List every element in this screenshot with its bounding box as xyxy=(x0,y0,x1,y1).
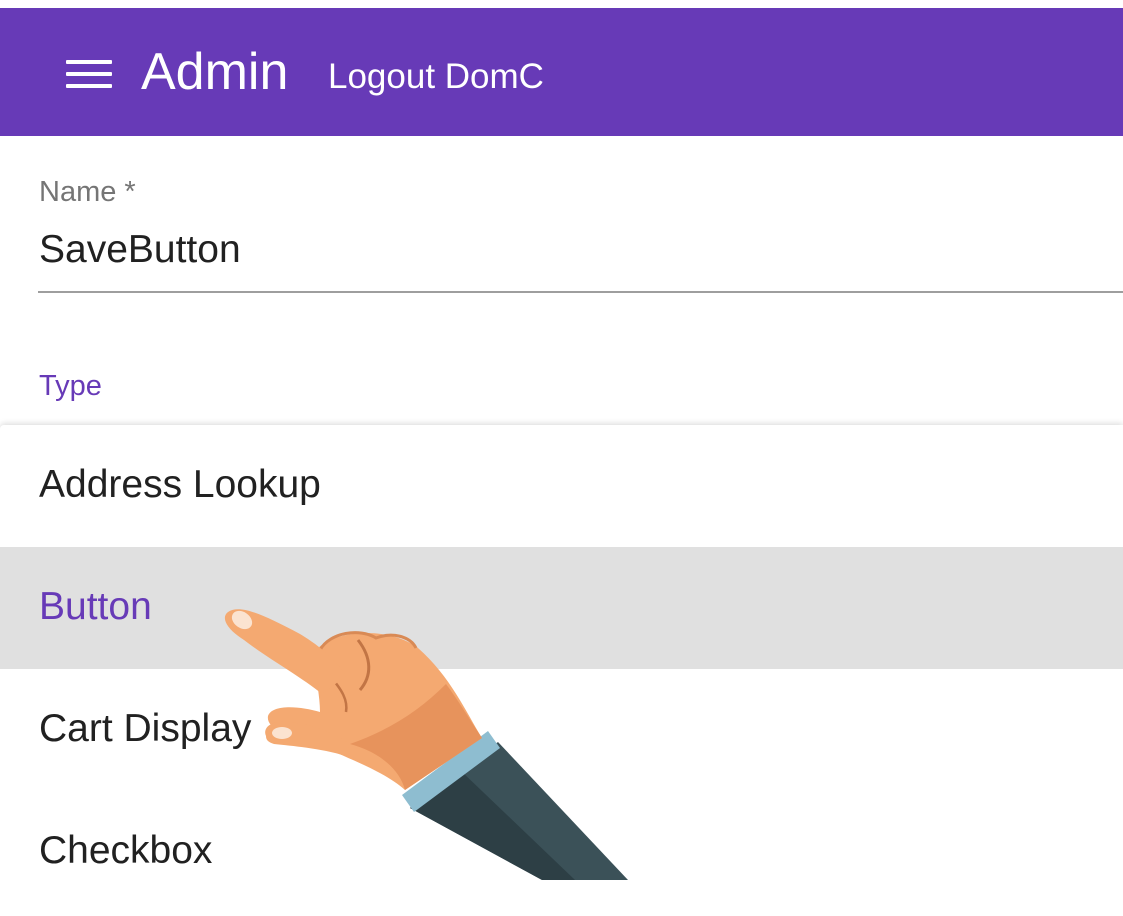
logout-link[interactable]: Logout DomC xyxy=(328,57,544,97)
name-field-underline xyxy=(38,291,1123,293)
option-label: Checkbox xyxy=(39,829,213,872)
name-field[interactable]: SaveButton xyxy=(39,228,241,272)
option-label: Address Lookup xyxy=(39,463,321,506)
app-title: Admin xyxy=(141,43,289,101)
option-address-lookup[interactable]: Address Lookup xyxy=(0,425,1123,547)
option-label: Button xyxy=(39,585,152,628)
app-bar: Admin Logout DomC xyxy=(0,8,1123,136)
type-dropdown-menu: Address Lookup Button Cart Display Check… xyxy=(0,425,1123,916)
name-field-label: Name * xyxy=(39,176,136,208)
type-field-label: Type xyxy=(39,370,102,402)
option-checkbox[interactable]: Checkbox xyxy=(0,791,1123,913)
option-button[interactable]: Button xyxy=(0,547,1123,669)
option-label: Cart Display xyxy=(39,707,252,750)
hamburger-menu-icon[interactable] xyxy=(66,57,114,91)
option-cart-display[interactable]: Cart Display xyxy=(0,669,1123,791)
